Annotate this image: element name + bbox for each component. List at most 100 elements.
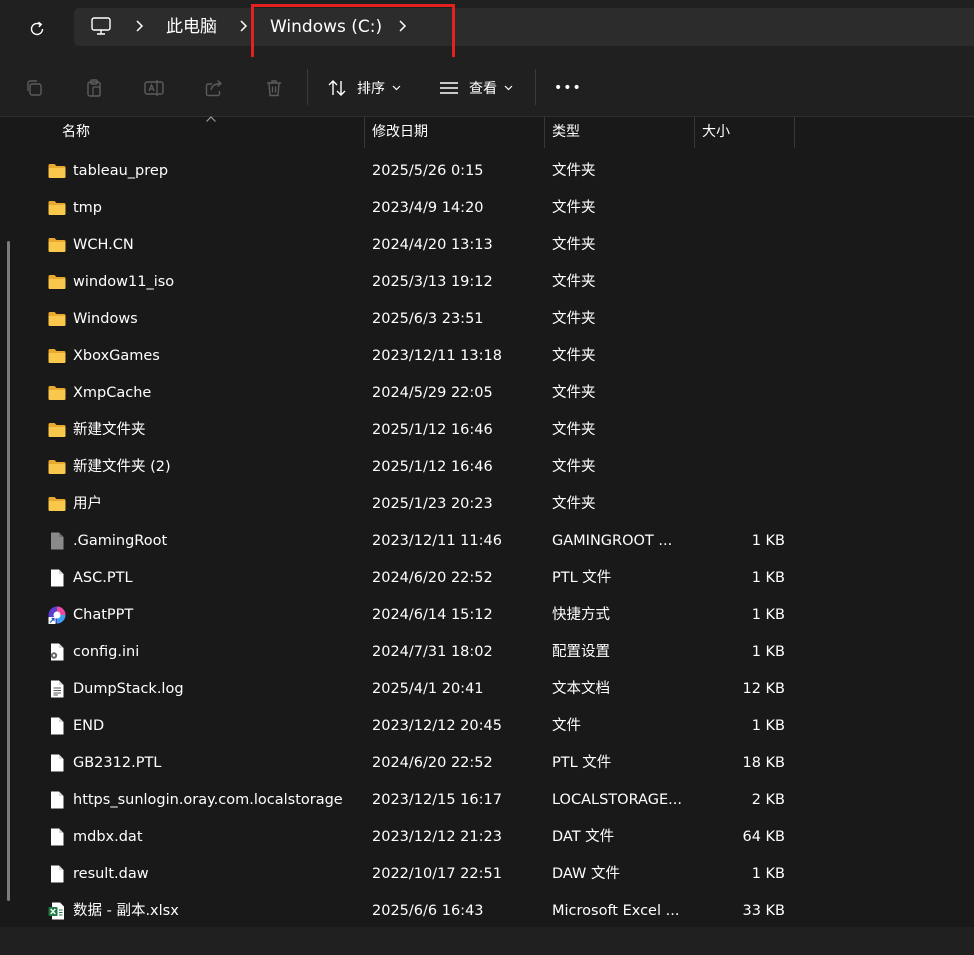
file-row[interactable]: 新建文件夹 (2) 2025/1/12 16:46 文件夹 <box>22 449 974 486</box>
column-header-size[interactable]: 大小 <box>702 117 730 148</box>
file-row[interactable]: Windows 2025/6/3 23:51 文件夹 <box>22 301 974 338</box>
breadcrumb-chevron-icon[interactable] <box>238 17 250 35</box>
file-type: LOCALSTORAGE... <box>552 792 682 808</box>
file-modified-date: 2023/12/12 20:45 <box>372 718 502 734</box>
file-size: 18 KB <box>742 755 785 771</box>
file-row[interactable]: GB2312.PTL 2024/6/20 22:52 PTL 文件 18 KB <box>22 745 974 782</box>
file-modified-date: 2023/4/9 14:20 <box>372 200 484 216</box>
file-row[interactable]: ChatPPT 2024/6/14 15:12 快捷方式 1 KB <box>22 597 974 634</box>
file-row[interactable]: https_sunlogin.oray.com.localstorage 2023… <box>22 782 974 819</box>
file-list: tableau_prep 2025/5/26 0:15 文件夹 tmp 2023/4/9… <box>22 153 974 927</box>
file-type: GAMINGROOT ... <box>552 533 673 549</box>
vertical-scrollbar-thumb[interactable] <box>7 241 10 901</box>
file-row[interactable]: config.ini 2024/7/31 18:02 配置设置 1 KB <box>22 634 974 671</box>
folder-icon <box>48 201 66 215</box>
file-name: tmp <box>73 200 103 216</box>
more-options-button[interactable]: ••• <box>554 73 582 103</box>
command-separator <box>535 69 536 105</box>
file-modified-date: 2024/6/20 22:52 <box>372 570 493 586</box>
file-name: 新建文件夹 <box>73 422 146 438</box>
system-file-icon <box>51 532 64 550</box>
file-size <box>702 190 785 227</box>
file-type: PTL 文件 <box>552 755 612 771</box>
column-header-type[interactable]: 类型 <box>552 117 580 148</box>
file-modified-date: 2025/6/6 16:43 <box>372 903 484 919</box>
file-size <box>702 153 785 190</box>
file-row[interactable]: .GamingRoot 2023/12/11 11:46 GAMINGROOT ..… <box>22 523 974 560</box>
file-name: .GamingRoot <box>73 533 168 549</box>
file-size <box>702 412 785 449</box>
column-divider[interactable] <box>794 117 795 148</box>
text-file-icon <box>51 680 64 698</box>
file-icon <box>51 754 64 772</box>
column-header-name[interactable]: 名称 <box>62 117 90 148</box>
file-type: 文件夹 <box>552 496 596 512</box>
breadcrumb-chevron-icon[interactable] <box>397 17 409 35</box>
file-row[interactable]: XboxGames 2023/12/11 13:18 文件夹 <box>22 338 974 375</box>
file-modified-date: 2023/12/11 13:18 <box>372 348 502 364</box>
breadcrumb-windows-c[interactable]: Windows (C:) <box>270 16 382 38</box>
file-type: 文件夹 <box>552 200 596 216</box>
file-type: 文件夹 <box>552 422 596 438</box>
file-row[interactable]: mdbx.dat 2023/12/12 21:23 DAT 文件 64 KB <box>22 819 974 856</box>
file-size <box>702 338 785 375</box>
file-row[interactable]: DumpStack.log 2025/4/1 20:41 文本文档 12 KB <box>22 671 974 708</box>
file-row[interactable]: 新建文件夹 2025/1/12 16:46 文件夹 <box>22 412 974 449</box>
file-size: 1 KB <box>751 607 785 623</box>
folder-icon <box>48 386 66 400</box>
file-name: ChatPPT <box>73 607 134 623</box>
file-row[interactable]: XmpCache 2024/5/29 22:05 文件夹 <box>22 375 974 412</box>
file-modified-date: 2023/12/15 16:17 <box>372 792 502 808</box>
this-pc-icon[interactable] <box>90 15 112 37</box>
file-row[interactable]: ASC.PTL 2024/6/20 22:52 PTL 文件 1 KB <box>22 560 974 597</box>
file-type: 文件夹 <box>552 274 596 290</box>
share-button[interactable] <box>203 77 225 99</box>
column-divider[interactable] <box>544 117 545 148</box>
column-divider[interactable] <box>364 117 365 148</box>
rename-button[interactable] <box>143 77 165 99</box>
file-type: 文件夹 <box>552 237 596 253</box>
file-row[interactable]: window11_iso 2025/3/13 19:12 文件夹 <box>22 264 974 301</box>
delete-button[interactable] <box>263 77 285 99</box>
refresh-icon <box>30 21 44 36</box>
breadcrumb-this-pc[interactable]: 此电脑 <box>166 16 217 38</box>
file-name: ASC.PTL <box>73 570 133 586</box>
copy-button[interactable] <box>23 77 45 99</box>
sort-button[interactable]: 排序 <box>327 73 401 103</box>
folder-icon <box>48 460 66 474</box>
sort-ascending-icon <box>206 116 216 122</box>
file-name: Windows <box>73 311 138 327</box>
share-icon <box>205 79 223 97</box>
file-name: 数据 - 副本.xlsx <box>73 903 179 919</box>
folder-icon <box>48 423 66 437</box>
shortcut-icon <box>48 606 66 624</box>
file-name: WCH.CN <box>73 237 134 253</box>
file-row[interactable]: result.daw 2022/10/17 22:51 DAW 文件 1 KB <box>22 856 974 893</box>
file-row[interactable]: 用户 2025/1/23 20:23 文件夹 <box>22 486 974 523</box>
breadcrumb-chevron-icon[interactable] <box>134 17 146 35</box>
file-modified-date: 2025/5/26 0:15 <box>372 163 484 179</box>
chevron-down-icon <box>504 85 513 91</box>
paste-button[interactable] <box>83 77 105 99</box>
file-size: 1 KB <box>751 866 785 882</box>
file-modified-date: 2025/3/13 19:12 <box>372 274 493 290</box>
file-row[interactable]: tmp 2023/4/9 14:20 文件夹 <box>22 190 974 227</box>
file-name: result.daw <box>73 866 149 882</box>
file-row[interactable]: WCH.CN 2024/4/20 13:13 文件夹 <box>22 227 974 264</box>
file-row[interactable]: END 2023/12/12 20:45 文件 1 KB <box>22 708 974 745</box>
copy-icon <box>27 80 42 96</box>
file-row[interactable]: 数据 - 副本.xlsx 2025/6/6 16:43 Microsoft Exce… <box>22 893 974 930</box>
column-divider[interactable] <box>694 117 695 148</box>
file-name: https_sunlogin.oray.com.localstorage <box>73 792 343 808</box>
file-modified-date: 2023/12/12 21:23 <box>372 829 502 845</box>
more-options-icon: ••• <box>554 80 582 96</box>
left-gutter <box>0 117 22 927</box>
file-name: tableau_prep <box>73 163 169 179</box>
folder-icon <box>48 275 66 289</box>
chevron-down-icon <box>392 85 401 91</box>
column-header-date[interactable]: 修改日期 <box>372 117 428 148</box>
file-row[interactable]: tableau_prep 2025/5/26 0:15 文件夹 <box>22 153 974 190</box>
file-size: 2 KB <box>751 792 785 808</box>
view-button[interactable]: 查看 <box>439 73 513 103</box>
refresh-button[interactable] <box>22 14 52 44</box>
